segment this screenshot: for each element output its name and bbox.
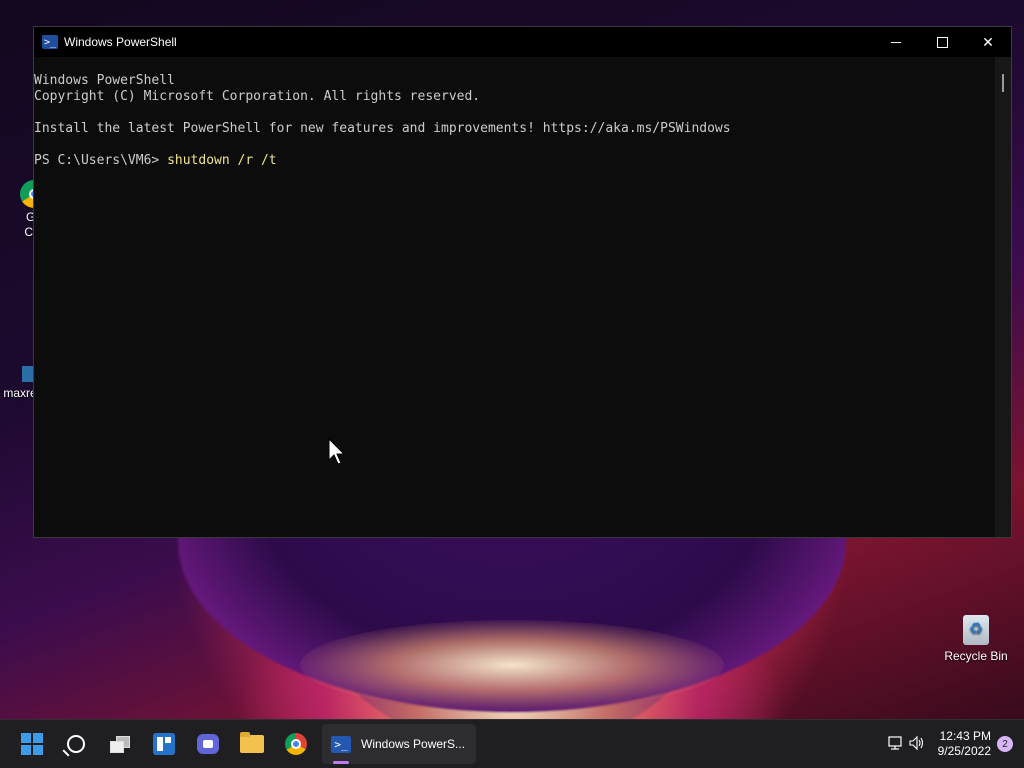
widgets-button[interactable] <box>142 724 186 764</box>
clock-time: 12:43 PM <box>939 729 991 743</box>
task-view-button[interactable] <box>98 724 142 764</box>
search-icon <box>67 735 85 753</box>
desktop-icon-recycle-bin[interactable]: Recycle Bin <box>940 615 1012 664</box>
command-input[interactable]: shutdown /r /t <box>167 153 277 168</box>
minimize-button[interactable] <box>873 27 919 57</box>
close-icon: ✕ <box>982 33 994 50</box>
clock[interactable]: 12:43 PM 9/25/2022 <box>938 729 991 759</box>
widgets-icon <box>153 733 175 755</box>
scrollbar-thumb[interactable] <box>1002 74 1004 92</box>
chrome-taskbar-button[interactable] <box>274 724 318 764</box>
powershell-window[interactable]: >_ Windows PowerShell ✕ Windows PowerShe… <box>33 26 1012 538</box>
active-indicator <box>333 761 349 764</box>
console-output[interactable]: Windows PowerShell Copyright (C) Microsof… <box>34 57 995 537</box>
search-button[interactable] <box>54 724 98 764</box>
file-explorer-icon <box>240 732 264 753</box>
taskbar-app-label: Windows PowerS... <box>361 737 466 751</box>
prompt-line[interactable]: PS C:\Users\VM6> shutdown /r /t <box>34 153 995 169</box>
minimize-icon <box>891 41 901 43</box>
wallpaper-glow <box>300 620 724 710</box>
maximize-button[interactable] <box>919 27 965 57</box>
volume-icon[interactable] <box>906 735 928 754</box>
console-line: Windows PowerShell <box>34 73 175 88</box>
desktop-icon-label: Recycle Bin <box>944 649 1008 663</box>
window-title: Windows PowerShell <box>64 35 177 49</box>
clock-date: 9/25/2022 <box>937 744 991 758</box>
notification-badge[interactable]: 2 <box>997 736 1013 752</box>
console-line: Copyright (C) Microsoft Corporation. All… <box>34 89 481 104</box>
network-icon[interactable] <box>884 735 906 754</box>
scrollbar[interactable] <box>995 57 1011 537</box>
system-tray: 12:43 PM 9/25/2022 2 <box>884 720 1024 768</box>
maximize-icon <box>936 36 948 48</box>
chat-button[interactable] <box>186 724 230 764</box>
taskbar: >_ Windows PowerS... 12:43 PM 9/25/2022 … <box>0 719 1024 768</box>
close-button[interactable]: ✕ <box>965 27 1011 57</box>
powershell-taskbar-button[interactable]: >_ Windows PowerS... <box>322 724 476 764</box>
powershell-icon: >_ <box>42 35 58 49</box>
task-view-icon <box>110 736 130 753</box>
file-explorer-button[interactable] <box>230 724 274 764</box>
title-bar[interactable]: >_ Windows PowerShell ✕ <box>34 27 1011 57</box>
console-line: Install the latest PowerShell for new fe… <box>34 121 731 136</box>
recycle-bin-icon <box>963 615 989 645</box>
powershell-icon: >_ <box>331 735 351 753</box>
chrome-icon <box>285 733 307 755</box>
start-icon <box>21 733 43 755</box>
chat-icon <box>197 734 219 754</box>
prompt: PS C:\Users\VM6> <box>34 153 168 168</box>
start-button[interactable] <box>10 724 54 764</box>
